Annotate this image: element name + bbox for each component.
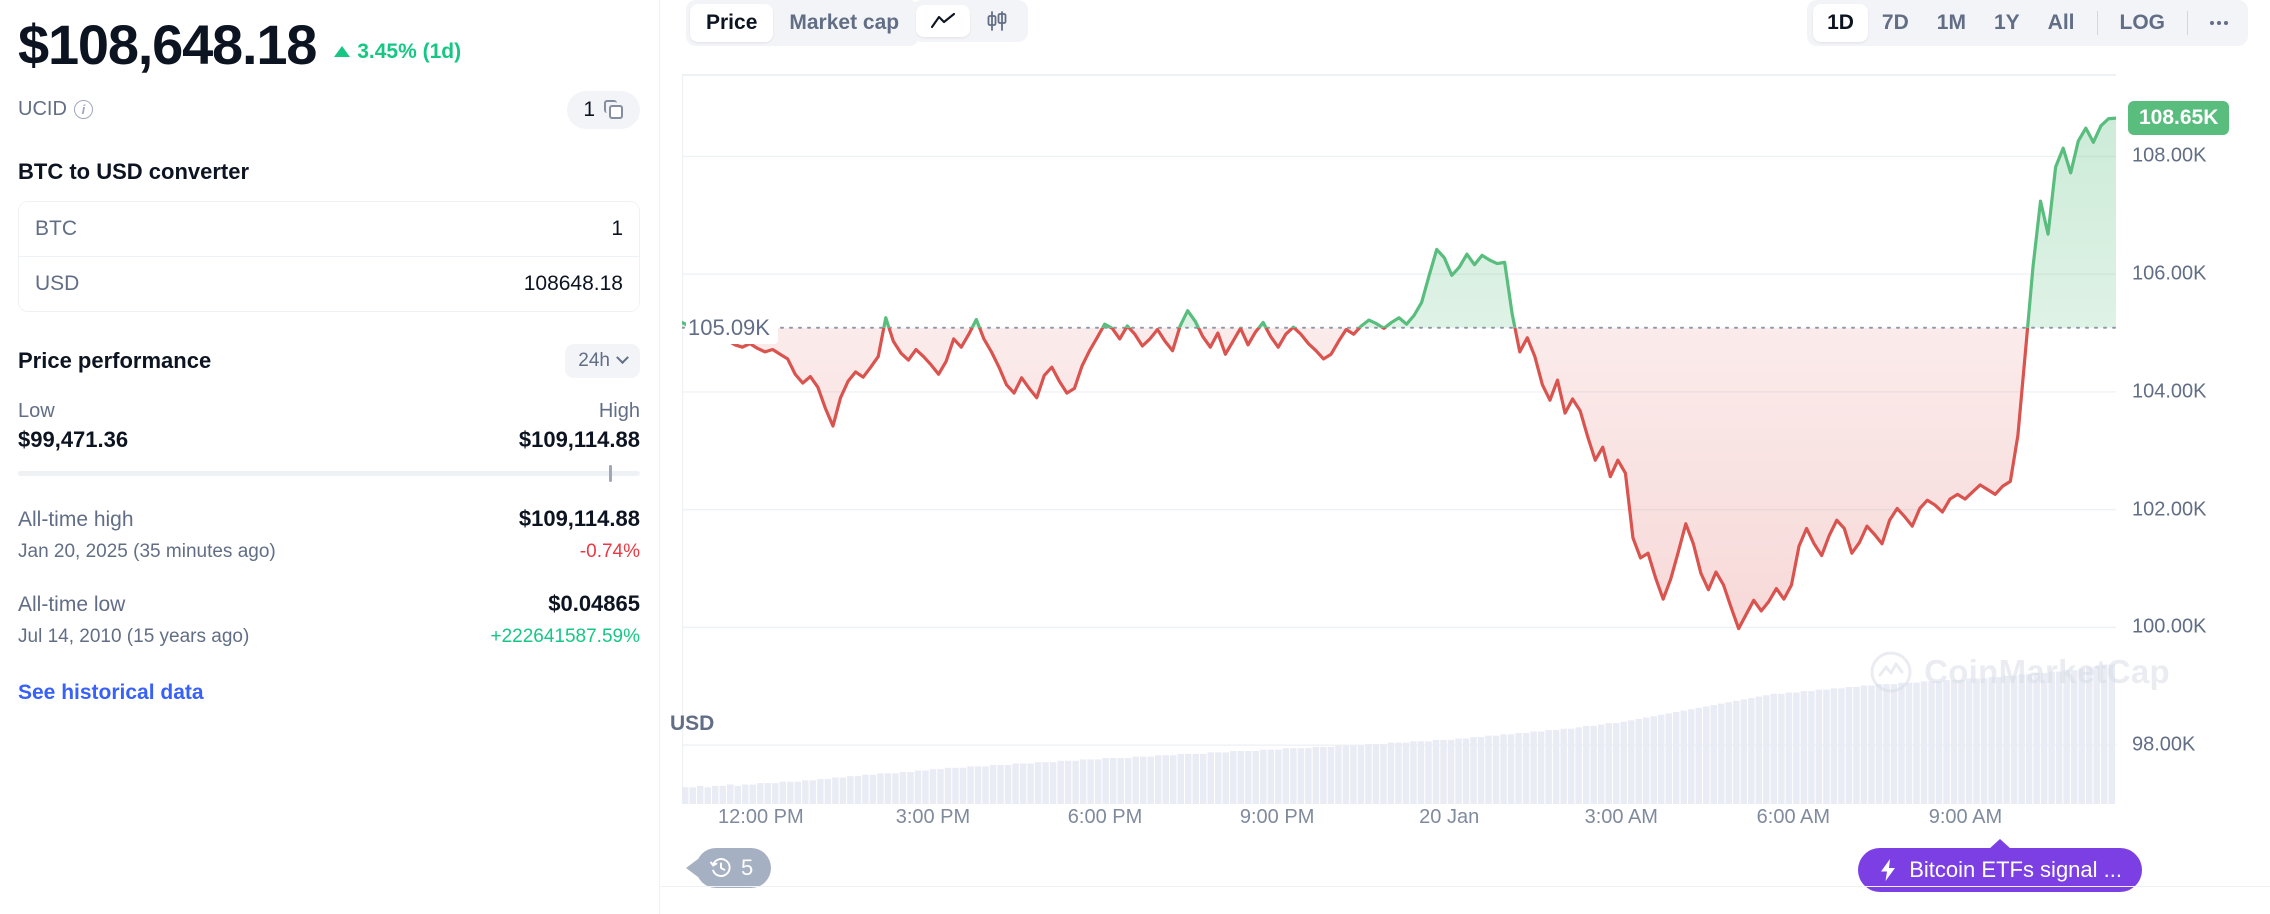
price-performance-header: Price performance 24h bbox=[18, 343, 640, 378]
ath-date: Jan 20, 2025 (35 minutes ago) bbox=[18, 540, 276, 562]
tab-market-cap[interactable]: Market cap bbox=[773, 4, 915, 42]
low-value: $99,471.36 bbox=[18, 426, 129, 452]
converter-title: BTC to USD converter bbox=[18, 158, 250, 184]
performance-range-dropdown[interactable]: 24h bbox=[565, 343, 640, 378]
x-axis-tick: 12:00 PM bbox=[718, 806, 804, 828]
performance-range-value: 24h bbox=[578, 349, 610, 371]
price-header: $108,648.18 3.45% (1d) bbox=[18, 0, 640, 75]
caret-up-icon bbox=[334, 46, 351, 58]
high-label: High bbox=[598, 399, 640, 422]
ath-percent: -0.74% bbox=[579, 540, 640, 562]
ath-label: All-time high bbox=[18, 507, 134, 531]
price-range-track bbox=[18, 464, 640, 482]
time-range-group: 1D 7D 1M 1Y All LOG bbox=[1807, 0, 2248, 46]
converter-row-btc[interactable]: BTC 1 bbox=[19, 201, 639, 256]
history-clock-icon bbox=[710, 858, 731, 877]
range-1m[interactable]: 1M bbox=[1923, 4, 1980, 42]
area-fill-below-open bbox=[693, 327, 2028, 629]
x-axis-tick: 9:00 PM bbox=[1239, 806, 1315, 828]
atl-percent: +222641587.59% bbox=[490, 625, 640, 647]
x-axis-tick: 6:00 AM bbox=[1756, 806, 1831, 828]
y-axis-tick: 98.00K bbox=[2132, 733, 2196, 756]
y-axis-unit-label: USD bbox=[670, 712, 715, 735]
price-change-value: 3.45% (1d) bbox=[357, 39, 462, 63]
atl-date: Jul 14, 2010 (15 years ago) bbox=[18, 625, 250, 647]
volume-bars bbox=[682, 664, 2115, 804]
open-price-label: 105.09K bbox=[686, 311, 778, 344]
low-high-values: $99,471.36 $109,114.88 bbox=[18, 427, 640, 453]
price-range-marker bbox=[608, 464, 612, 482]
copy-icon bbox=[604, 99, 624, 120]
chevron-down-icon bbox=[616, 351, 629, 365]
x-axis: 12:00 PM 3:00 PM 6:00 PM 9:00 PM 20 Jan 3:00 … bbox=[682, 806, 2116, 840]
log-scale-toggle[interactable]: LOG bbox=[2106, 4, 2180, 42]
history-badge-count: 5 bbox=[741, 855, 754, 880]
y-axis-tick: 102.00K bbox=[2132, 498, 2207, 521]
atl-label: All-time low bbox=[18, 592, 126, 616]
y-axis-tick: 104.00K bbox=[2132, 380, 2207, 403]
converter-currency-usd: USD bbox=[35, 271, 80, 295]
y-axis-tick: 100.00K bbox=[2132, 615, 2207, 638]
range-1y[interactable]: 1Y bbox=[1980, 4, 2034, 42]
ucid-label-group: UCID i bbox=[18, 98, 93, 121]
low-label: Low bbox=[18, 399, 55, 422]
ucid-label: UCID bbox=[18, 98, 67, 121]
toolbar-divider-1 bbox=[2096, 11, 2098, 35]
atl-value: $0.04865 bbox=[548, 590, 640, 616]
current-price-badge: 108.65K bbox=[2128, 101, 2230, 136]
info-icon[interactable]: i bbox=[73, 100, 93, 120]
range-all[interactable]: All bbox=[2034, 4, 2089, 42]
metric-tab-group: Price Market cap bbox=[686, 0, 920, 46]
coinmarketcap-coin-page: $108,648.18 3.45% (1d) UCID i 1 BTC to U… bbox=[0, 0, 2270, 914]
line-chart-icon[interactable] bbox=[916, 5, 970, 37]
x-axis-tick: 20 Jan bbox=[1419, 806, 1480, 828]
see-historical-data-link[interactable]: See historical data bbox=[18, 681, 640, 705]
x-axis-tick: 6:00 PM bbox=[1067, 806, 1143, 828]
price-chart-panel: Price Market cap 1D 7D 1M 1Y All LOG 105… bbox=[660, 0, 2270, 914]
lightning-bolt-icon bbox=[1881, 859, 1896, 881]
high-value: $109,114.88 bbox=[518, 426, 640, 452]
all-time-high-block: All-time high $109,114.88 Jan 20, 2025 (… bbox=[18, 506, 640, 563]
all-time-low-block: All-time low $0.04865 Jul 14, 2010 (15 y… bbox=[18, 591, 640, 648]
chart-toolbar: Price Market cap 1D 7D 1M 1Y All LOG bbox=[660, 0, 2270, 52]
ath-value: $109,114.88 bbox=[518, 505, 640, 531]
converter-row-usd[interactable]: USD 108648.18 bbox=[19, 255, 639, 311]
price-change: 3.45% (1d) bbox=[334, 40, 461, 75]
ucid-copy-button[interactable]: 1 bbox=[567, 90, 640, 129]
price-area-chart bbox=[682, 74, 2116, 804]
ucid-value: 1 bbox=[583, 97, 595, 121]
low-high-labels: Low High bbox=[18, 400, 640, 423]
y-axis-tick: 106.00K bbox=[2132, 262, 2207, 285]
converter-value-btc[interactable]: 1 bbox=[611, 217, 623, 241]
x-axis-tick: 3:00 AM bbox=[1584, 806, 1658, 828]
ucid-row: UCID i 1 bbox=[18, 90, 640, 129]
converter-value-usd[interactable]: 108648.18 bbox=[524, 272, 623, 296]
btc-usd-converter: BTC 1 USD 108648.18 bbox=[18, 200, 640, 312]
more-options-icon[interactable] bbox=[2196, 21, 2242, 25]
range-1d[interactable]: 1D bbox=[1813, 4, 1868, 42]
coin-stats-sidebar: $108,648.18 3.45% (1d) UCID i 1 BTC to U… bbox=[0, 0, 660, 914]
news-badge-text: Bitcoin ETFs signal ... bbox=[1909, 857, 2122, 882]
toolbar-divider-2 bbox=[2187, 11, 2188, 35]
x-axis-tick: 3:00 PM bbox=[895, 806, 971, 828]
x-axis-tick: 9:00 AM bbox=[1928, 806, 2003, 828]
chart-history-badge[interactable]: 5 bbox=[696, 848, 772, 888]
tab-price[interactable]: Price bbox=[690, 4, 774, 42]
price-performance-title: Price performance bbox=[18, 347, 212, 373]
chart-plot-area[interactable] bbox=[682, 74, 2116, 804]
current-price: $108,648.18 bbox=[18, 13, 317, 76]
converter-currency-btc: BTC bbox=[35, 216, 77, 240]
candlestick-chart-icon[interactable] bbox=[970, 4, 1024, 38]
y-axis-tick: 108.00K bbox=[2132, 144, 2207, 167]
markets-table-header bbox=[660, 886, 2270, 914]
y-axis: 108.00K 106.00K 104.00K 102.00K 100.00K 98.00… bbox=[2122, 74, 2262, 804]
range-7d[interactable]: 7D bbox=[1868, 4, 1923, 42]
chart-type-group bbox=[912, 0, 1028, 42]
